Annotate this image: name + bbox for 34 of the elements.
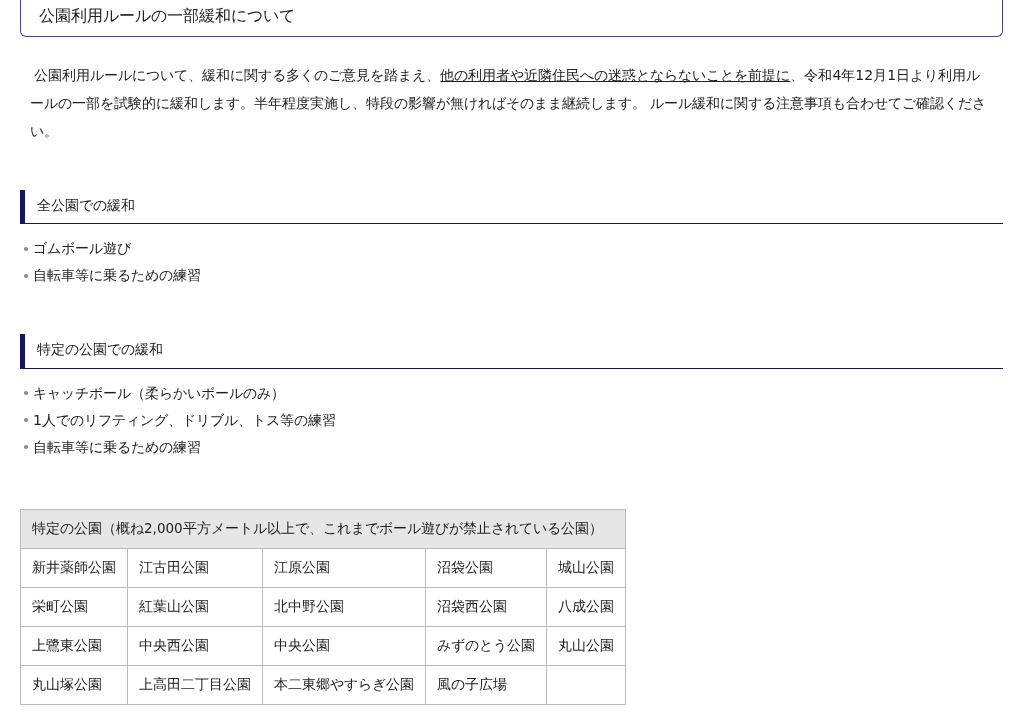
table-cell: 沼袋西公園 [425,587,547,626]
list-item: ゴムボール遊び [33,239,131,259]
table-cell: 八成公園 [546,587,626,626]
table-cell: 北中野公園 [262,587,426,626]
table-cell: 栄町公園 [20,587,128,626]
table-cell: 江原公園 [262,548,426,587]
page-title: 公園利用ルールの一部緩和について [20,0,1003,37]
table-cell: 上鷺東公園 [20,626,128,665]
section-heading: 特定の公園での緩和 [20,334,1003,369]
table-cell: 新井薬師公園 [20,548,128,587]
table-cell: 沼袋公園 [425,548,547,587]
section-heading: 全公園での緩和 [20,190,1003,225]
table-cell: 丸山公園 [546,626,626,665]
list-item: 自転車等に乗るための練習 [33,437,201,457]
table-cell: みずのとう公園 [425,626,547,665]
list-item: キャッチボール（柔らかいボールのみ） [33,383,285,403]
intro-paragraph: 公園利用ルールについて、緩和に関する多くのご意見を踏まえ、他の利用者や近隣住民への迷惑とならないことを前提に、令和4年12月1日より利用ルールの一部を試験的に緩和します。半年程度実施し、特段の影響が無ければそのまま継続します。 ルール緩和に関する注意事項も合わせてご確認ください。 [29,66,988,141]
table-cell: 中央公園 [262,626,426,665]
table-cell: 中央西公園 [127,626,263,665]
table-caption: 特定の公園（概ね2,000平方メートル以上で、これまでボール遊びが禁止されている公園） [20,509,626,548]
bullet-icon [24,273,28,278]
table-cell: 紅葉山公園 [127,587,263,626]
list-item: 1人でのリフティング、ドリブル、トス等の練習 [33,410,336,430]
table-cell: 風の子広場 [425,665,547,704]
bullet-icon [24,246,28,251]
list-item: 自転車等に乗るための練習 [33,266,201,286]
table-cell: 上高田二丁目公園 [127,665,263,704]
table-cell: 丸山塚公園 [20,665,128,704]
table-cell: 江古田公園 [127,548,263,587]
table-cell: 城山公園 [546,548,626,587]
bullet-icon [24,418,28,422]
bullet-icon [24,445,28,449]
table-cell: 本二東郷やすらぎ公園 [262,665,426,704]
bullet-icon [24,391,28,395]
